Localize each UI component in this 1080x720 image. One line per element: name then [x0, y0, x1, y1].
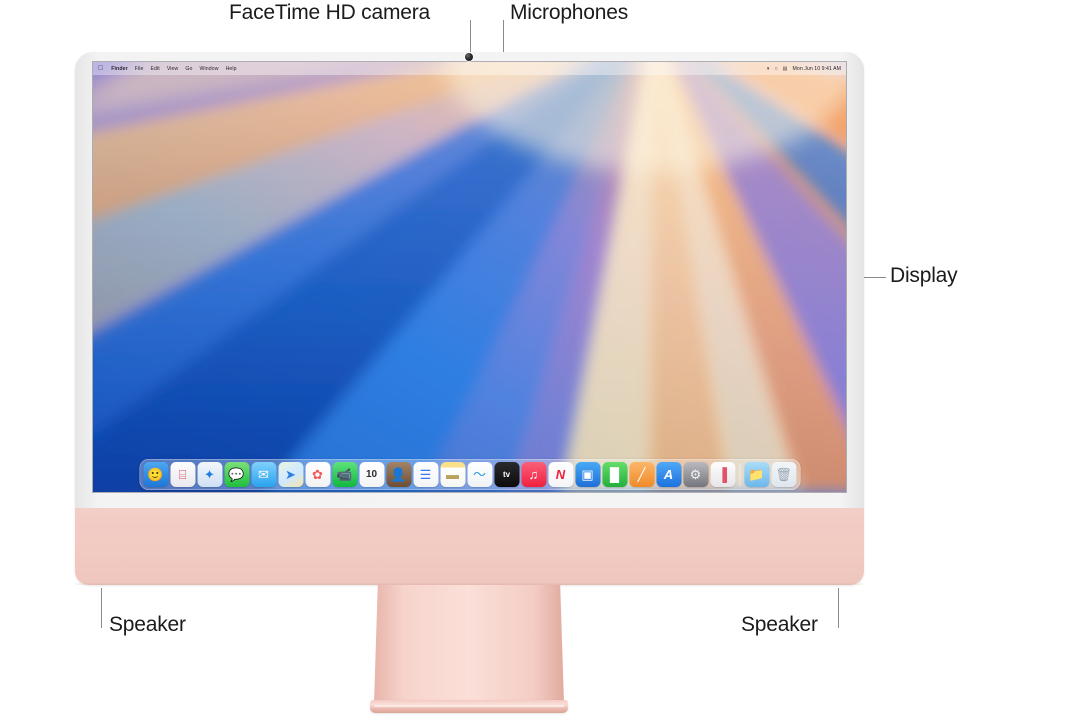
messages-icon: 💬 — [228, 467, 245, 482]
dock-icon-maps[interactable]: ➤ — [278, 462, 303, 487]
maps-icon: ➤ — [285, 467, 296, 482]
dock-icon-numbers[interactable]: █ — [602, 462, 627, 487]
reminders-icon: ☰ — [419, 467, 432, 482]
imac-stand-base — [370, 700, 568, 713]
dock-icon-photos[interactable]: ✿ — [305, 462, 330, 487]
dock-icon-facetime[interactable]: 📹 — [332, 462, 357, 487]
safari-icon: ✦ — [204, 467, 215, 482]
callout-label-speaker-left: Speaker — [109, 613, 186, 636]
dock-icon-contacts[interactable]: 👤 — [386, 462, 411, 487]
dock-icon-notes[interactable]: ▬ — [440, 462, 465, 487]
menu-bar-left:  Finder File Edit View Go Window Help — [98, 65, 237, 72]
dock-icon-finder[interactable]: 🙂 — [143, 462, 168, 487]
callout-label-facetime-camera: FaceTime HD camera — [229, 1, 430, 24]
leader-line-microphones — [503, 20, 504, 53]
leader-line-speaker-left — [101, 588, 102, 628]
facetime-icon: 📹 — [336, 467, 353, 482]
photos-icon: ✿ — [312, 467, 323, 482]
finder-icon: 🙂 — [147, 467, 164, 482]
imac-stand — [374, 585, 564, 703]
dock-icon-music[interactable]: ♫ — [521, 462, 546, 487]
menu-item-go[interactable]: Go — [185, 66, 192, 72]
display-screen:  Finder File Edit View Go Window Help ▾… — [93, 62, 846, 492]
system-settings-icon: ⚙ — [689, 467, 702, 482]
dock-icon-mail[interactable]: ✉ — [251, 462, 276, 487]
notes-icon: ▬ — [446, 467, 459, 482]
menu-item-edit[interactable]: Edit — [150, 66, 159, 72]
facetime-camera-icon — [465, 53, 473, 61]
menu-item-finder[interactable]: Finder — [111, 66, 127, 72]
pages-icon: ╱ — [637, 467, 646, 482]
mail-icon: ✉ — [258, 467, 269, 482]
dock-icon-keynote[interactable]: ▣ — [575, 462, 600, 487]
menu-bar-clock[interactable]: Mon Jun 10 9:41 AM — [793, 66, 841, 72]
dock-icon-trash[interactable]: 🗑 — [771, 462, 796, 487]
apple-menu-icon[interactable]:  — [98, 65, 103, 72]
music-icon: ♫ — [528, 467, 539, 482]
dock[interactable]: 🙂 ⌸ ✦ 💬 ✉ ➤ ✿ 📹 10 👤 ☰ ▬ 〜 tv ♫ N ▣ █ ╱ A ⚙ ▐ 📁 🗑 — [139, 459, 800, 490]
menu-item-view[interactable]: View — [167, 66, 179, 72]
callout-label-speaker-right: Speaker — [741, 613, 818, 636]
news-icon: N — [555, 467, 566, 482]
dock-icon-apple-tv[interactable]: tv — [494, 462, 519, 487]
dock-icon-reminders[interactable]: ☰ — [413, 462, 438, 487]
dock-icon-system-settings[interactable]: ⚙ — [683, 462, 708, 487]
dock-icon-launchpad[interactable]: ⌸ — [170, 462, 195, 487]
calendar-icon: 10 — [365, 468, 378, 480]
dock-icon-freeform[interactable]: 〜 — [467, 462, 492, 487]
launchpad-icon: ⌸ — [178, 467, 187, 482]
dock-separator — [739, 463, 740, 486]
dock-icon-iphone-mirroring[interactable]: ▐ — [710, 462, 735, 487]
dock-icon-app-store[interactable]: A — [656, 462, 681, 487]
menu-item-file[interactable]: File — [135, 66, 144, 72]
menu-bar[interactable]:  Finder File Edit View Go Window Help ▾… — [93, 62, 846, 75]
dock-icon-pages[interactable]: ╱ — [629, 462, 654, 487]
dock-icon-news[interactable]: N — [548, 462, 573, 487]
apple-tv-icon: tv — [502, 469, 511, 479]
downloads-folder-icon: 📁 — [748, 467, 765, 482]
search-icon[interactable]: ○ — [774, 66, 777, 72]
keynote-icon: ▣ — [581, 467, 594, 482]
dock-icon-calendar[interactable]: 10 — [359, 462, 384, 487]
leader-line-speaker-right — [838, 588, 839, 628]
dock-icon-messages[interactable]: 💬 — [224, 462, 249, 487]
app-store-icon: A — [663, 467, 674, 482]
wifi-icon[interactable]: ▾ — [767, 66, 770, 72]
trash-icon: 🗑 — [775, 467, 792, 482]
iphone-mirroring-icon: ▐ — [717, 467, 728, 482]
control-center-icon[interactable]: ▤ — [783, 66, 788, 72]
freeform-icon: 〜 — [472, 467, 486, 482]
contacts-icon: 👤 — [390, 467, 407, 482]
menu-bar-status-area: ▾ ○ ▤ Mon Jun 10 9:41 AM — [767, 66, 841, 72]
dock-icon-safari[interactable]: ✦ — [197, 462, 222, 487]
dock-icon-downloads-folder[interactable]: 📁 — [744, 462, 769, 487]
desktop-wallpaper — [93, 62, 846, 492]
menu-item-window[interactable]: Window — [200, 66, 219, 72]
callout-label-microphones: Microphones — [510, 1, 629, 24]
callout-label-display: Display — [890, 264, 958, 287]
figure-canvas: FaceTime HD camera Microphones Display S… — [0, 0, 1080, 720]
menu-item-help[interactable]: Help — [226, 66, 237, 72]
numbers-icon: █ — [609, 467, 620, 482]
imac-chin — [75, 508, 864, 585]
